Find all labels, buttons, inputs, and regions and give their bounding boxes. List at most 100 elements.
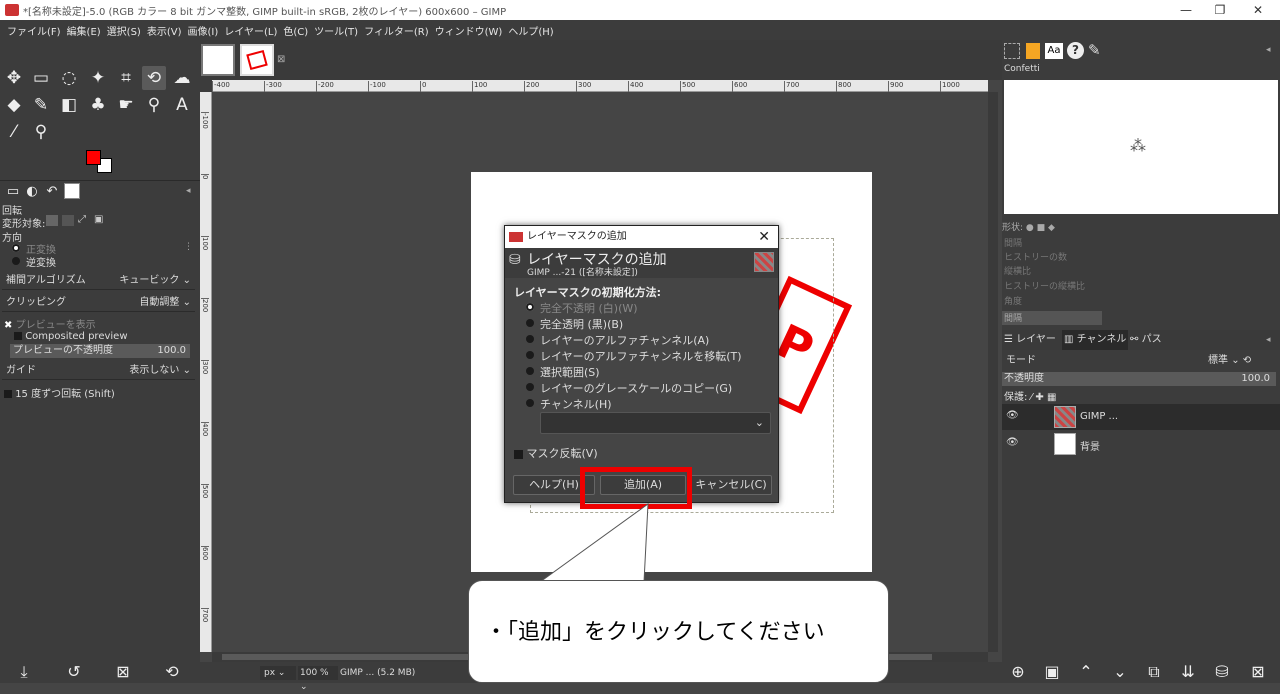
quick-mask-corner[interactable] (200, 80, 212, 92)
warp-tool-icon[interactable]: ☁ (170, 66, 194, 90)
foreground-color-swatch[interactable] (86, 150, 101, 165)
transform-image-icon[interactable]: ▣ (94, 214, 103, 225)
transform-selection-icon[interactable] (62, 215, 74, 226)
lower-layer-icon[interactable]: ⌄ (1108, 662, 1132, 681)
move-tool-icon[interactable]: ✥ (2, 66, 26, 90)
preview-opacity-slider[interactable]: プレビューの不透明度 100.0 (10, 344, 190, 358)
undo-history-tab-icon[interactable]: ↶ (40, 180, 64, 204)
save-options-icon[interactable]: ⤓ (12, 662, 36, 682)
radio-selection[interactable]: 選択範囲(S) (526, 364, 600, 380)
radio-transfer-alpha[interactable]: レイヤーのアルファチャンネルを移転(T) (526, 348, 742, 364)
radio-white-full-opacity[interactable]: 完全不透明 (白)(W) (526, 300, 638, 316)
cancel-button[interactable]: キャンセル(C) (690, 475, 772, 495)
menu-file[interactable]: ファイル(F) (4, 23, 64, 38)
patterns-tab-icon[interactable] (1026, 43, 1040, 59)
paintbrush-tool-icon[interactable]: ✎ (29, 93, 53, 117)
dialog-close-button[interactable]: ✕ (758, 226, 770, 248)
guide-combo[interactable]: ガイド 表示しない ⌄ (2, 362, 195, 380)
clipping-combo[interactable]: クリッピング 自動調整 ⌄ (2, 294, 195, 312)
diamond-shape-icon[interactable]: ◆ (1048, 223, 1055, 233)
lock-pixels-icon[interactable]: ⁄ (1031, 392, 1033, 403)
menu-layer[interactable]: レイヤー(L) (221, 23, 280, 38)
opacity-slider[interactable]: 不透明度 100.0 (1002, 372, 1276, 386)
menu-tools[interactable]: ツール(T) (311, 23, 361, 38)
unit-select[interactable]: px ⌄ (260, 666, 296, 680)
channel-select[interactable]: ⌄ (540, 412, 771, 434)
raise-layer-icon[interactable]: ⌃ (1074, 662, 1098, 681)
color-picker-tool-icon[interactable]: ⁄ (2, 120, 26, 144)
configure-tab-icon[interactable]: ◂ (1266, 45, 1271, 55)
menu-help[interactable]: ヘルプ(H) (505, 23, 556, 38)
bucket-fill-tool-icon[interactable]: ◆ (2, 93, 26, 117)
menu-windows[interactable]: ウィンドウ(W) (432, 23, 506, 38)
lock-alpha-icon[interactable]: ▦ (1047, 392, 1056, 403)
paths-tool-icon[interactable]: ⚲ (142, 93, 166, 117)
add-mask-icon[interactable]: ⛁ (1210, 662, 1234, 681)
paths-tab[interactable]: ⚯ パス (1130, 330, 1162, 350)
merge-layer-icon[interactable]: ⇊ (1176, 662, 1200, 681)
images-tab-icon[interactable] (64, 183, 80, 199)
configure-tab-icon[interactable]: ◂ (186, 186, 191, 196)
interpolation-combo[interactable]: 補間アルゴリズム キュービック ⌄ (2, 272, 195, 290)
text-tool-icon[interactable]: A (170, 93, 194, 117)
zoom-tool-icon[interactable]: ⚲ (29, 120, 53, 144)
layers-tab[interactable]: ☰ レイヤー (1004, 330, 1056, 350)
square-shape-icon[interactable]: ■ (1037, 223, 1046, 233)
menu-colors[interactable]: 色(C) (280, 23, 311, 38)
lock-position-icon[interactable]: ✚ (1035, 392, 1043, 403)
close-button[interactable]: ✕ (1238, 0, 1278, 20)
new-layer-group-icon[interactable]: ▣ (1040, 662, 1064, 681)
transform-layer-icon[interactable] (46, 215, 58, 226)
radio-layer-alpha[interactable]: レイヤーのアルファチャンネル(A) (525, 332, 709, 348)
menu-image[interactable]: 画像(I) (185, 23, 222, 38)
eye-icon[interactable]: 👁 (1006, 437, 1019, 448)
mode-reset-icon[interactable]: ⟲ (1243, 355, 1251, 366)
delete-options-icon[interactable]: ⊠ (111, 662, 135, 681)
menu-filters[interactable]: フィルター(R) (361, 23, 432, 38)
mode-row[interactable]: モード 標準 ⌄ ⟲ (1002, 352, 1280, 370)
menu-view[interactable]: 表示(V) (144, 23, 185, 38)
channels-tab[interactable]: ▥ チャンネル (1062, 330, 1129, 350)
help-tab-icon[interactable]: ? (1067, 42, 1084, 59)
fuzzy-select-tool-icon[interactable]: ✦ (86, 66, 110, 90)
delete-layer-icon[interactable]: ⊠ (1246, 662, 1270, 681)
menu-select[interactable]: 選択(S) (104, 23, 144, 38)
eye-icon[interactable]: 👁 (1006, 410, 1019, 421)
rotate-15-checkbox[interactable]: 15 度ずつ回転 (Shift) (4, 385, 115, 400)
reverse-radio[interactable]: 逆変換 (12, 254, 56, 269)
show-preview-checkbox[interactable]: ✖ プレビューを表示 (4, 316, 96, 331)
vertical-scrollbar[interactable] (988, 92, 998, 652)
transform-path-icon[interactable]: ⤢ (78, 214, 86, 225)
layer-row[interactable]: 👁 背景 (1002, 431, 1280, 457)
rotate-tool-icon[interactable]: ⟲ (142, 66, 166, 90)
zoom-select[interactable]: 100 % ⌄ (298, 666, 338, 692)
configure-tab-icon[interactable]: ◂ (1266, 330, 1271, 350)
composited-preview-checkbox[interactable]: Composited preview (14, 331, 128, 342)
new-layer-icon[interactable]: ⊕ (1006, 662, 1030, 681)
layer-name[interactable]: 背景 (1080, 438, 1100, 453)
reset-options-icon[interactable]: ⟲ (160, 662, 184, 681)
tab-close-icon[interactable]: ⊠ (277, 54, 285, 65)
clone-tool-icon[interactable]: ♣ (86, 93, 110, 117)
invert-mask-checkbox[interactable]: マスク反転(V) (514, 445, 598, 461)
radio-black-full-transparency[interactable]: 完全透明 (黒)(B) (525, 316, 623, 332)
restore-options-icon[interactable]: ↺ (62, 662, 86, 681)
lasso-tool-icon[interactable]: ◌ (57, 66, 81, 90)
fonts-tab-icon[interactable]: Aa (1045, 43, 1063, 59)
eraser-tool-icon[interactable]: ◧ (57, 93, 81, 117)
circle-shape-icon[interactable]: ● (1026, 223, 1034, 233)
layer-row[interactable]: 👁 GIMP ... (1002, 404, 1280, 430)
duplicate-layer-icon[interactable]: ⧉ (1142, 662, 1166, 682)
crop-tool-icon[interactable]: ⌗ (114, 66, 138, 90)
radio-channel[interactable]: チャンネル(H) (526, 396, 612, 412)
image-tab-2[interactable] (240, 44, 274, 76)
brushes-tab-icon[interactable] (1004, 43, 1020, 59)
smudge-tool-icon[interactable]: ☛ (114, 93, 138, 117)
menu-edit[interactable]: 編集(E) (64, 23, 104, 38)
direction-resize-handle-icon[interactable]: ⋮ (184, 242, 193, 252)
paintbrush-tab-icon[interactable]: ✎ (1088, 41, 1101, 59)
restore-button[interactable]: ❐ (1200, 0, 1240, 20)
layer-name[interactable]: GIMP ... (1080, 411, 1118, 422)
rect-select-tool-icon[interactable]: ▭ (29, 66, 53, 90)
image-tab-1[interactable] (201, 44, 235, 76)
